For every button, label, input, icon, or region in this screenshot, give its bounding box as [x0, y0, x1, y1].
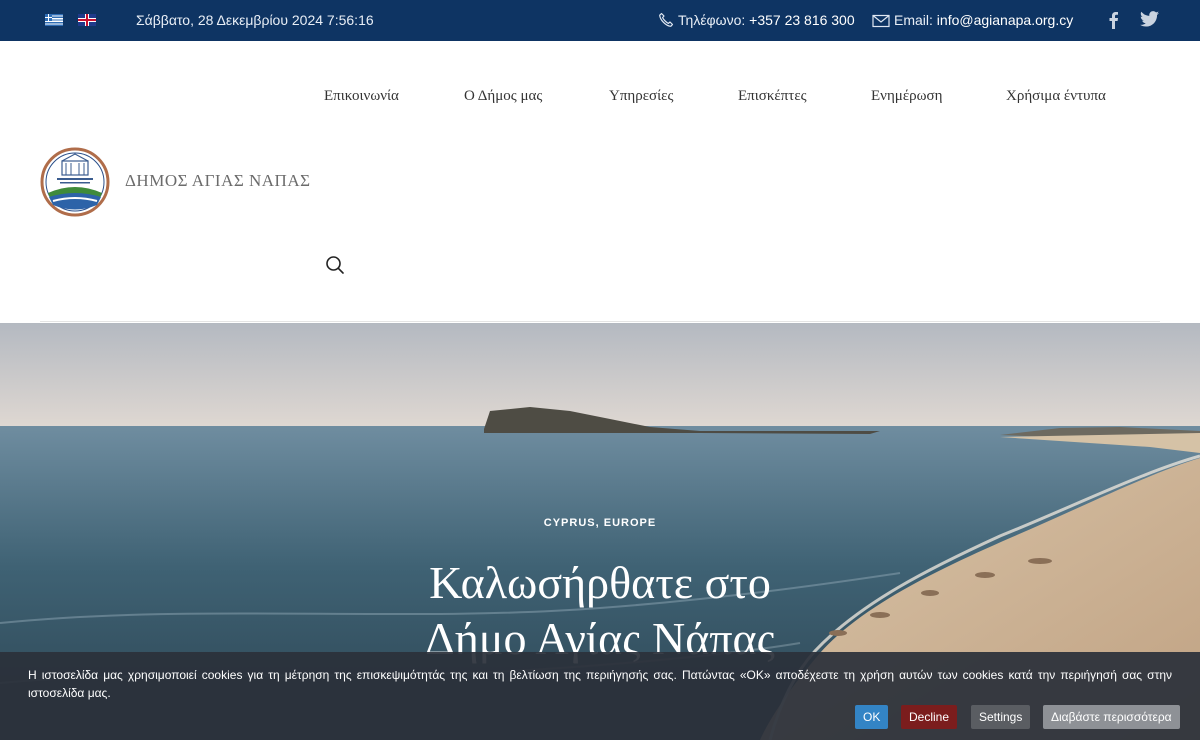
phone-number: +357 23 816 300 [749, 12, 855, 28]
twitter-icon[interactable] [1140, 11, 1159, 30]
phone-icon [659, 12, 674, 27]
nav-item-services[interactable]: Υπηρεσίες [609, 88, 673, 105]
municipality-logo[interactable] [40, 147, 110, 217]
nav-item-visitors[interactable]: Επισκέπτες [738, 88, 807, 105]
header-divider [40, 321, 1160, 322]
cookie-decline-button[interactable]: Decline [901, 705, 958, 729]
cookie-message: Η ιστοσελίδα μας χρησιμοποιεί cookies γι… [28, 668, 1172, 700]
nav-item-news[interactable]: Ενημέρωση [871, 88, 942, 105]
hero-title: Καλωσήρθατε στο Δήμο Αγίας Νάπας [0, 555, 1200, 667]
nav-item-forms[interactable]: Χρήσιμα έντυπα [1006, 88, 1106, 105]
phone-label: Τηλέφωνο: [678, 12, 746, 28]
cookie-read-more-button[interactable]: Διαβάστε περισσότερα [1043, 705, 1180, 729]
cookie-settings-button[interactable]: Settings [971, 705, 1031, 729]
phone-contact[interactable]: Τηλέφωνο: +357 23 816 300 [658, 12, 855, 28]
facebook-icon[interactable] [1107, 11, 1119, 32]
current-datetime: Σάββατο, 28 Δεκεμβρίου 2024 7:56:16 [136, 12, 374, 28]
top-bar: Σάββατο, 28 Δεκεμβρίου 2024 7:56:16 Τηλέ… [0, 0, 1200, 41]
search-icon[interactable] [325, 255, 345, 280]
hero-category[interactable]: CYPRUS, EUROPE [0, 517, 1200, 529]
email-address: info@agianapa.org.cy [936, 12, 1074, 28]
nav-item-municipality[interactable]: Ο Δήμος μας [464, 88, 542, 105]
uk-flag-icon[interactable] [78, 14, 96, 26]
cookie-banner: Η ιστοσελίδα μας χρησιμοποιεί cookies γι… [0, 652, 1200, 740]
site-name[interactable]: ΔΗΜΟΣ ΑΓΙΑΣ ΝΑΠΑΣ [125, 171, 311, 191]
nav-item-contact[interactable]: Επικοινωνία [324, 88, 399, 105]
cookie-ok-button[interactable]: OK [855, 705, 889, 729]
email-label: Email: [894, 12, 933, 28]
envelope-icon [872, 14, 890, 28]
hero-title-line-1: Καλωσήρθατε στο [429, 557, 771, 608]
greek-flag-icon[interactable] [45, 14, 63, 26]
email-contact[interactable]: Email: info@agianapa.org.cy [872, 12, 1073, 28]
site-header: Επικοινωνία Ο Δήμος μας Υπηρεσίες Επισκέ… [0, 41, 1200, 323]
